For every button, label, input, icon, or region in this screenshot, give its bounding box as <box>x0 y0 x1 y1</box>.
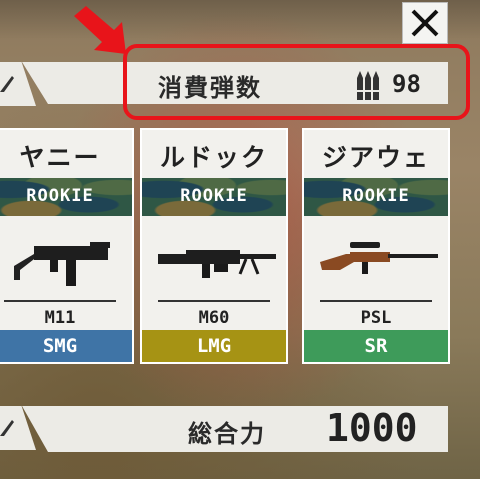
close-x-icon <box>411 9 439 37</box>
lmg-weapon-icon <box>158 250 276 278</box>
weapon-class-badge: SMG <box>0 330 132 362</box>
highlight-box <box>123 44 470 120</box>
card-divider <box>4 300 116 302</box>
weapon-class-badge: SR <box>304 330 448 362</box>
rifle-side-icon <box>0 76 14 92</box>
sniper-rifle-icon <box>320 242 438 274</box>
weapon-class-badge: LMG <box>142 330 286 362</box>
card-divider <box>158 300 270 302</box>
red-arrow-icon <box>74 6 126 54</box>
character-name: ルドック <box>159 143 268 172</box>
squad-card-2[interactable]: ルドック ROOKIE M60 LMG <box>140 128 288 364</box>
character-name: ジアウェ <box>321 143 430 172</box>
card-divider <box>320 300 432 302</box>
weapon-name: M60 <box>198 308 230 328</box>
smg-weapon-icon <box>14 242 110 286</box>
squad-card-3[interactable]: ジアウェ ROOKIE PSL SR <box>302 128 450 364</box>
character-name: ヤニー <box>19 143 101 172</box>
rank-label: ROOKIE <box>26 186 94 206</box>
close-button[interactable] <box>402 2 448 44</box>
total-power-label: 総合力 <box>188 420 266 448</box>
total-power-value: 1000 <box>326 406 418 450</box>
rank-label: ROOKIE <box>180 186 248 206</box>
rank-label: ROOKIE <box>342 186 410 206</box>
weapon-name: M11 <box>44 308 76 328</box>
rifle-side-icon <box>0 420 14 436</box>
squad-card-1[interactable]: ヤニー ROOKIE M11 SMG <box>0 128 134 364</box>
weapon-name: PSL <box>360 308 392 328</box>
